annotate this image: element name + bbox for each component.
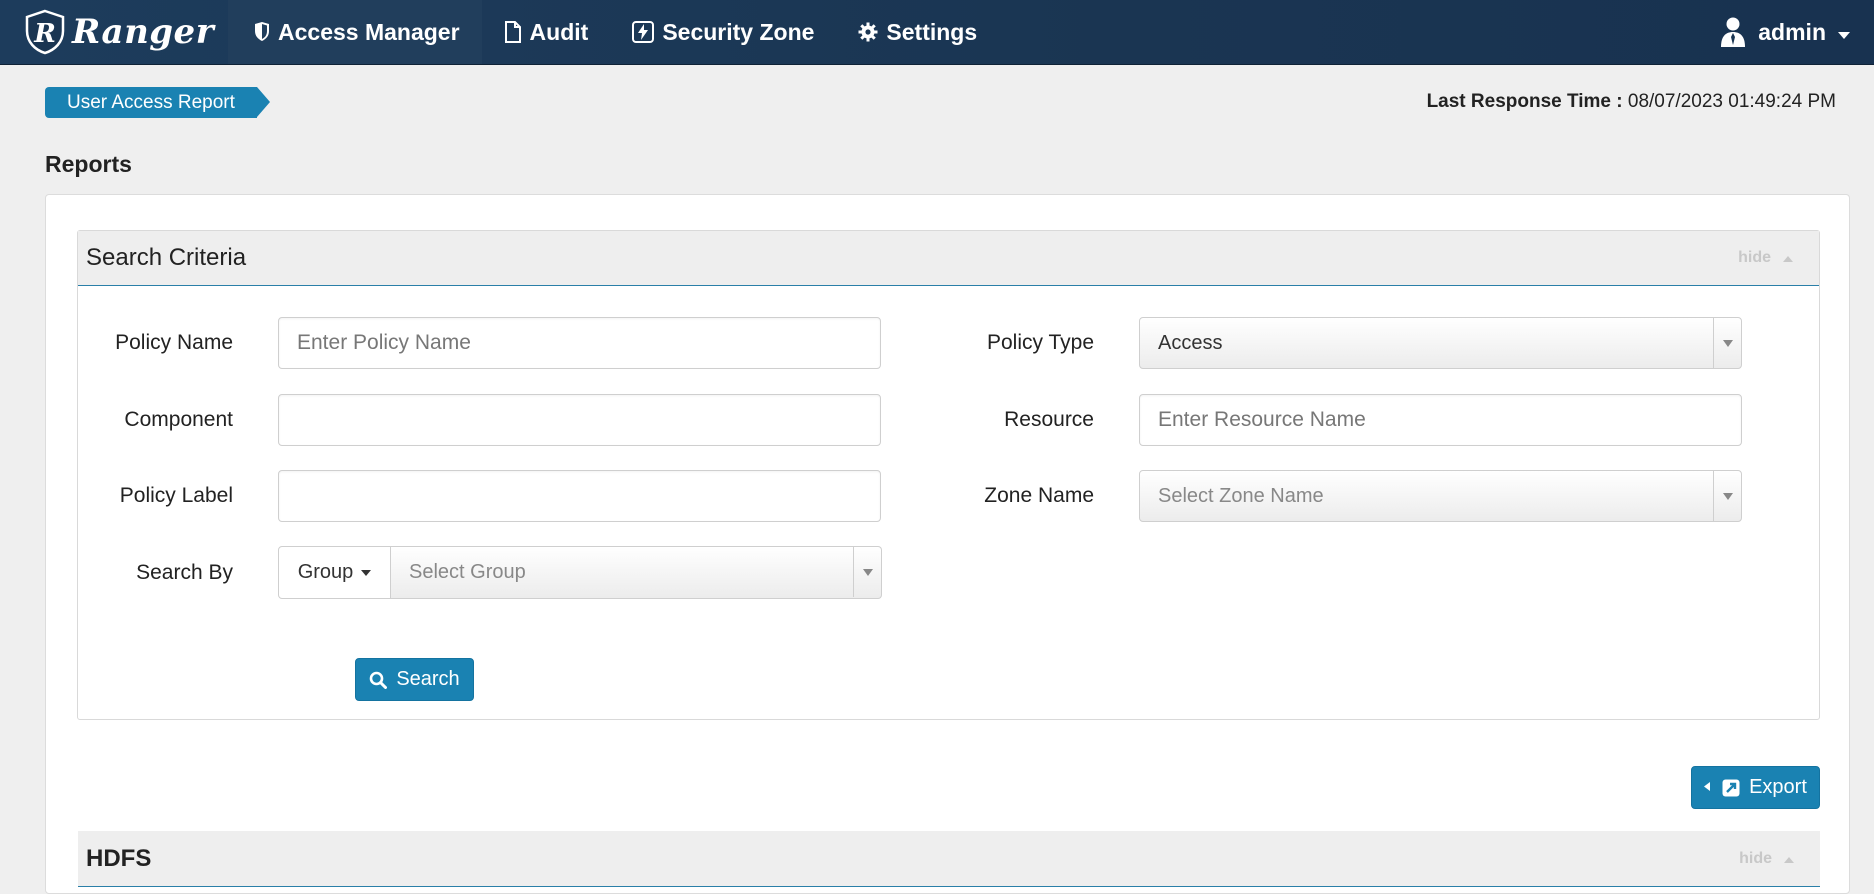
last-response-label: Last Response Time :: [1426, 91, 1623, 112]
gear-icon: [858, 22, 878, 42]
search-criteria-title: Search Criteria: [86, 244, 247, 271]
bolt-icon: [632, 21, 655, 43]
policy-type-value: Access: [1158, 331, 1223, 354]
resource-label: Resource: [1004, 408, 1094, 431]
select-group-placeholder: Select Group: [409, 561, 526, 583]
nav-label: Settings: [886, 18, 978, 45]
zone-name-select[interactable]: Select Zone Name: [1139, 470, 1742, 522]
hide-label: hide: [1738, 249, 1771, 266]
policy-name-input[interactable]: [278, 317, 881, 369]
brand-name: Ranger: [72, 12, 215, 52]
nav-access-manager[interactable]: Access Manager: [228, 0, 482, 64]
component-row: Component: [78, 394, 881, 446]
policy-label-input[interactable]: [278, 470, 881, 522]
caret-left-icon: [1704, 781, 1711, 794]
svg-text:R: R: [33, 19, 56, 49]
policy-name-label: Policy Name: [115, 331, 233, 354]
hide-label: hide: [1739, 849, 1772, 867]
last-response-time: Last Response Time : 08/07/2023 01:49:24…: [1427, 91, 1836, 113]
search-by-row: Search By Group Select Group: [78, 546, 882, 599]
policy-label-row: Policy Label: [78, 470, 881, 522]
nav-security-zone[interactable]: Security Zone: [610, 0, 836, 64]
external-link-icon: [1722, 779, 1740, 797]
resource-row: Resource: [943, 394, 1742, 446]
chevron-up-icon: [1783, 249, 1793, 267]
dropdown-arrow-icon: [853, 547, 881, 597]
search-criteria-hide-toggle[interactable]: hide: [1738, 249, 1811, 267]
policy-label-label: Policy Label: [119, 484, 233, 507]
user-menu[interactable]: admin: [1720, 16, 1874, 48]
dropdown-arrow-icon: [1713, 471, 1741, 521]
user-icon: [1720, 16, 1746, 48]
nav-label: Security Zone: [662, 18, 815, 45]
hdfs-section-title: HDFS: [86, 844, 152, 872]
shield-icon: [254, 22, 270, 42]
breadcrumb-item-user-access-report[interactable]: User Access Report: [45, 87, 270, 118]
policy-name-row: Policy Name: [78, 317, 881, 369]
component-label: Component: [124, 408, 233, 431]
top-navbar: R Ranger Access Manager Audit Security Z…: [0, 0, 1874, 65]
breadcrumb: User Access Report: [45, 87, 270, 118]
hdfs-section-header: HDFS hide: [78, 831, 1820, 887]
user-name: admin: [1758, 18, 1826, 45]
search-button[interactable]: Search: [355, 658, 474, 701]
search-by-mode-dropdown[interactable]: Group: [278, 546, 391, 599]
nav-label: Audit: [529, 18, 589, 45]
nav-label: Access Manager: [278, 18, 460, 45]
hdfs-hide-toggle[interactable]: hide: [1739, 850, 1812, 868]
zone-name-label: Zone Name: [984, 484, 1094, 507]
ranger-logo-icon: R: [22, 9, 68, 55]
nav-audit[interactable]: Audit: [482, 0, 611, 64]
file-icon: [504, 21, 522, 43]
zone-name-row: Zone Name Select Zone Name: [943, 470, 1742, 522]
search-button-label: Search: [396, 668, 460, 690]
resource-input[interactable]: [1139, 394, 1742, 446]
policy-type-row: Policy Type Access: [943, 317, 1742, 369]
zone-name-placeholder: Select Zone Name: [1158, 484, 1324, 507]
component-input[interactable]: [278, 394, 881, 446]
search-criteria-box: Search Criteria hide Policy Name Compone…: [77, 230, 1820, 720]
search-by-mode-value: Group: [297, 561, 354, 583]
reports-panel: Search Criteria hide Policy Name Compone…: [45, 194, 1850, 894]
export-button[interactable]: Export: [1691, 766, 1820, 809]
policy-type-label: Policy Type: [987, 331, 1094, 354]
chevron-up-icon: [1784, 850, 1794, 868]
policy-type-select[interactable]: Access: [1139, 317, 1742, 369]
dropdown-arrow-icon: [1713, 318, 1741, 368]
caret-down-icon: [361, 567, 372, 579]
last-response-value: 08/07/2023 01:49:24 PM: [1627, 91, 1836, 112]
export-button-label: Export: [1749, 776, 1807, 798]
search-icon: [369, 671, 388, 689]
brand[interactable]: R Ranger: [0, 0, 228, 65]
search-by-label: Search By: [136, 560, 233, 584]
chevron-down-icon: [1838, 19, 1850, 46]
page-title: Reports: [45, 151, 132, 177]
hdfs-section: HDFS hide: [78, 831, 1820, 891]
select-group-dropdown[interactable]: Select Group: [391, 546, 882, 599]
search-criteria-header: Search Criteria hide: [78, 231, 1819, 286]
nav-settings[interactable]: Settings: [836, 0, 999, 64]
